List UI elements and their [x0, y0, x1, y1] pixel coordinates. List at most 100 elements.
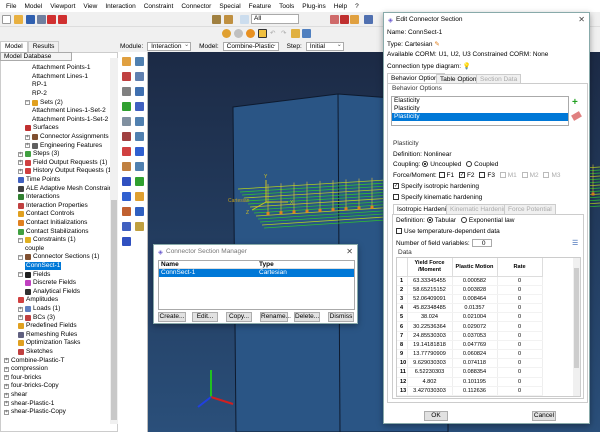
- tree-item[interactable]: − Sets (2): [25, 98, 63, 107]
- selection-mode-icon[interactable]: [340, 15, 349, 24]
- expand-icon[interactable]: +: [18, 168, 23, 174]
- table-row[interactable]: 2 58.65215152 0.003828 0: [397, 285, 543, 295]
- toolbox-tool-icon[interactable]: [122, 207, 131, 216]
- toolbox-tool-icon[interactable]: [135, 117, 144, 126]
- add-behavior-icon[interactable]: +: [572, 97, 578, 108]
- table-cell[interactable]: 0: [497, 349, 543, 360]
- behavior-item[interactable]: Plasticity: [392, 105, 568, 113]
- menu-viewport[interactable]: Viewport: [50, 3, 75, 10]
- close-icon[interactable]: ✕: [346, 247, 353, 256]
- expand-icon[interactable]: +: [18, 160, 23, 166]
- delete-button[interactable]: Delete...: [294, 312, 320, 322]
- tree-item[interactable]: Sketches: [18, 348, 53, 357]
- table-row[interactable]: 7 24.85530303 0.037053 0: [397, 331, 543, 341]
- rename-button[interactable]: Rename...: [260, 312, 291, 322]
- toolbox-tool-icon[interactable]: [122, 57, 131, 66]
- display-group-icon[interactable]: [302, 29, 311, 38]
- table-cell[interactable]: 0: [497, 377, 543, 387]
- tree-scrollbar-thumb[interactable]: [111, 200, 117, 420]
- table-cell[interactable]: 38.024: [407, 312, 453, 323]
- tree-item[interactable]: RP-1: [32, 81, 47, 90]
- table-cell[interactable]: 4.802: [407, 377, 453, 387]
- table-cell[interactable]: 0.047769: [452, 340, 498, 351]
- f3-checkbox[interactable]: [479, 172, 486, 179]
- data-table[interactable]: Yield Force /Moment Plastic Motion Rate …: [397, 258, 543, 396]
- table-cell[interactable]: 0.003828: [452, 285, 498, 295]
- table-cell[interactable]: 58.65215152: [407, 285, 453, 295]
- toolbox-tool-icon[interactable]: [135, 132, 144, 141]
- print-icon[interactable]: [37, 15, 46, 24]
- expand-icon[interactable]: +: [18, 306, 23, 312]
- tree-item[interactable]: + Combine-Plastic-T: [4, 356, 64, 365]
- tree-item[interactable]: − Fields: [18, 270, 50, 279]
- expand-icon[interactable]: +: [25, 143, 30, 149]
- table-cell[interactable]: 63.33345455: [407, 276, 453, 286]
- table-row[interactable]: 10 9.629030303 0.074118 0: [397, 358, 543, 369]
- toolbox-tool-icon[interactable]: [135, 177, 144, 186]
- collapse-icon[interactable]: −: [25, 100, 30, 106]
- select-arrow-icon[interactable]: [240, 15, 249, 24]
- menu-connector[interactable]: Connector: [181, 3, 211, 10]
- table-scrollbar[interactable]: [573, 258, 580, 396]
- layers-icon[interactable]: [212, 15, 221, 24]
- model-database-combo[interactable]: Model Database: [0, 52, 72, 61]
- tree-item[interactable]: + shear: [4, 391, 27, 400]
- table-cell[interactable]: 0.074118: [452, 358, 498, 369]
- collapse-icon[interactable]: −: [18, 237, 23, 243]
- toolbox-tool-icon[interactable]: [135, 162, 144, 171]
- tree-item[interactable]: − Constraints (1): [18, 236, 76, 245]
- toolbox-tool-icon[interactable]: [122, 177, 131, 186]
- table-cell[interactable]: 0: [497, 331, 543, 341]
- menu-help[interactable]: Help: [334, 3, 347, 10]
- menu-feature[interactable]: Feature: [249, 3, 271, 10]
- tree-item[interactable]: + Connector Assignments (1): [25, 133, 117, 142]
- table-cell[interactable]: 0.008464: [452, 294, 498, 305]
- cancel-button[interactable]: Cancel: [532, 411, 556, 421]
- tree-item[interactable]: + four-bricks-Copy: [4, 382, 59, 391]
- tree-item[interactable]: ALE Adaptive Mesh Constraints: [18, 184, 117, 193]
- table-cell[interactable]: 0: [497, 312, 543, 323]
- create-button[interactable]: Create...: [158, 312, 186, 322]
- tree-item[interactable]: + four-bricks: [4, 374, 41, 383]
- table-cell[interactable]: 0.029072: [452, 321, 498, 332]
- toolbox-tool-icon[interactable]: [135, 147, 144, 156]
- isotropic-checkbox[interactable]: ✓: [393, 183, 399, 190]
- tree-item[interactable]: RP-2: [32, 90, 47, 99]
- lightbulb-icon[interactable]: 💡: [463, 63, 471, 70]
- toolbox-tool-icon[interactable]: [135, 222, 144, 231]
- temperature-checkbox[interactable]: [396, 228, 402, 235]
- menu-special[interactable]: Special: [219, 3, 240, 10]
- field-vars-spinner[interactable]: 0: [471, 239, 492, 247]
- show-icon[interactable]: [222, 29, 231, 38]
- tree-item[interactable]: + Field Output Requests (1): [18, 159, 107, 168]
- tree-item[interactable]: Interactions: [18, 193, 60, 202]
- menu-plugins[interactable]: Plug-ins: [302, 3, 325, 10]
- toolbox-tool-icon[interactable]: [122, 237, 131, 246]
- behavior-item[interactable]: Elasticity: [392, 97, 568, 105]
- toolbox-tool-icon[interactable]: [135, 192, 144, 201]
- tree-item[interactable]: + shear-Plastic-1: [4, 399, 54, 408]
- collapse-icon[interactable]: −: [18, 272, 23, 278]
- menu-interaction[interactable]: Interaction: [105, 3, 135, 10]
- toolbox-tool-icon[interactable]: [122, 102, 131, 111]
- tabular-radio[interactable]: [426, 217, 433, 224]
- menu-help-pointer[interactable]: ?: [355, 3, 359, 10]
- close-icon[interactable]: ✕: [578, 15, 585, 24]
- table-row[interactable]: 9 13.77790909 0.060824 0: [397, 349, 543, 360]
- tree-item[interactable]: Predefined Fields: [18, 322, 77, 331]
- open-folder-icon[interactable]: [14, 15, 23, 24]
- table-row[interactable]: 13 3.427030303 0.112636 0: [397, 386, 543, 396]
- table-cell[interactable]: 6.52230303: [407, 367, 453, 378]
- toolbox-tool-icon[interactable]: [135, 57, 144, 66]
- kinematic-checkbox[interactable]: [393, 194, 399, 201]
- menu-view[interactable]: View: [83, 3, 97, 10]
- table-cell[interactable]: 9.629030303: [407, 358, 453, 369]
- section-row[interactable]: ConnSect-1 Cartesian: [159, 269, 354, 277]
- tree-item[interactable]: ConnSect-1: [25, 262, 62, 271]
- table-cell[interactable]: 0.037053: [452, 331, 498, 341]
- tree-item[interactable]: Analytical Fields: [25, 288, 80, 297]
- toolbox-tool-icon[interactable]: [122, 222, 131, 231]
- save-icon[interactable]: [26, 15, 35, 24]
- view-icon[interactable]: [350, 15, 359, 24]
- table-cell[interactable]: 0: [497, 358, 543, 369]
